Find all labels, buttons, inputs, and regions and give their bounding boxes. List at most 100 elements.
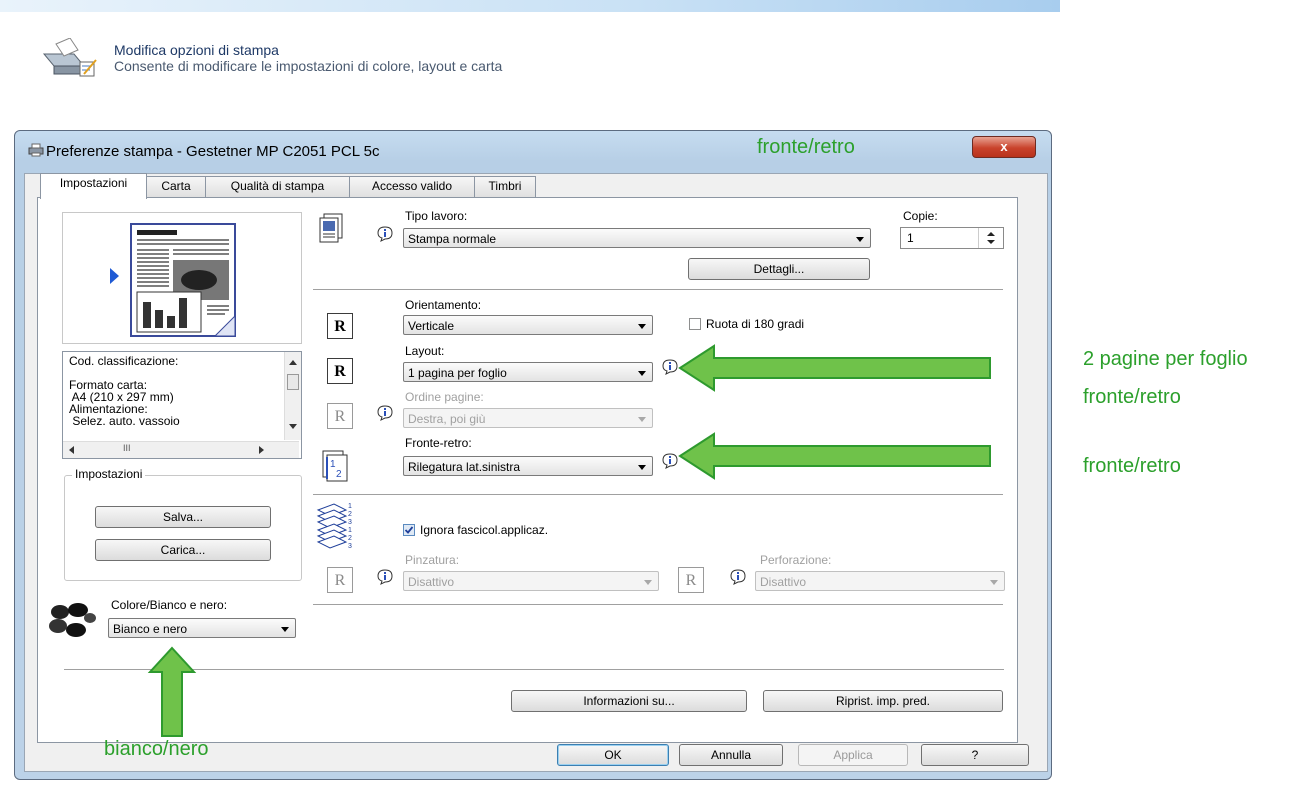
- separator: [313, 494, 1003, 495]
- tab-impostazioni[interactable]: Impostazioni: [40, 173, 147, 199]
- settings-group-title: Impostazioni: [72, 467, 146, 481]
- tab-carta[interactable]: Carta: [146, 176, 206, 197]
- punch-label: Perforazione:: [760, 553, 832, 567]
- chevron-down-icon: [638, 465, 646, 470]
- svg-text:2: 2: [348, 535, 352, 542]
- scroll-left-icon[interactable]: [69, 446, 74, 454]
- annotation-right-2: fronte/retro: [1083, 386, 1181, 408]
- scroll-down-icon[interactable]: [289, 424, 297, 429]
- checkmark-icon: [404, 526, 414, 534]
- job-type-icon: [318, 212, 346, 246]
- window-printer-icon: [28, 143, 44, 157]
- info-button[interactable]: Informazioni su...: [511, 690, 747, 712]
- list-item: Selez. auto. vassoio: [69, 414, 180, 428]
- horizontal-scrollbar[interactable]: III: [63, 441, 299, 458]
- details-button[interactable]: Dettagli...: [688, 258, 870, 280]
- scroll-thumb[interactable]: [287, 374, 299, 390]
- scroll-thumb-label[interactable]: III: [123, 443, 131, 453]
- window-title: Preferenze stampa - Gestetner MP C2051 P…: [46, 143, 380, 160]
- staple-value: Disattivo: [408, 575, 455, 589]
- restore-defaults-button[interactable]: Riprist. imp. pred.: [763, 690, 1003, 712]
- layout-select[interactable]: 1 pagina per foglio: [403, 362, 653, 382]
- annotation-bottom: bianco/nero: [104, 738, 209, 760]
- tab-accesso-valido[interactable]: Accesso valido: [349, 176, 475, 197]
- job-type-select[interactable]: Stampa normale: [403, 228, 871, 248]
- ignore-collate-label: Ignora fascicol.applicaz.: [420, 523, 549, 537]
- orientation-value: Verticale: [408, 319, 455, 333]
- svg-text:1: 1: [348, 503, 352, 510]
- copies-stepper[interactable]: 1: [900, 227, 1004, 249]
- svg-text:3: 3: [348, 519, 352, 526]
- info-icon[interactable]: [376, 405, 394, 421]
- info-icon[interactable]: [376, 226, 394, 242]
- spin-up-icon[interactable]: [987, 232, 995, 236]
- page-order-select[interactable]: Destra, poi giù: [403, 408, 653, 428]
- layout-label: Layout:: [405, 344, 445, 358]
- info-icon[interactable]: [376, 569, 394, 585]
- list-item: Cod. classificazione:: [69, 354, 179, 368]
- printer-icon: [34, 37, 104, 78]
- svg-text:2: 2: [336, 469, 342, 480]
- staple-r-icon: R: [327, 567, 353, 593]
- settings-summary-list[interactable]: Cod. classificazione: Formato carta: A4 …: [62, 351, 302, 459]
- svg-text:3: 3: [348, 543, 352, 550]
- collate-stack-icon: 1 2 3 1 2 3: [316, 500, 356, 552]
- duplex-value: Rilegatura lat.sinistra: [408, 460, 521, 474]
- duplex-label: Fronte-retro:: [405, 436, 472, 450]
- help-button[interactable]: ?: [921, 744, 1029, 766]
- duplex-select[interactable]: Rilegatura lat.sinistra: [403, 456, 653, 476]
- ignore-collate-checkbox[interactable]: [403, 524, 415, 536]
- punch-r-icon: R: [678, 567, 704, 593]
- header-subtitle: Consente di modificare le impostazioni d…: [114, 58, 503, 74]
- chevron-down-icon: [638, 371, 646, 376]
- scroll-up-icon[interactable]: [289, 360, 297, 365]
- chevron-down-icon: [990, 580, 998, 585]
- scroll-right-icon[interactable]: [259, 446, 264, 454]
- spin-down-icon[interactable]: [987, 240, 995, 244]
- annotation-right-1: 2 pagine per foglio: [1083, 348, 1248, 370]
- save-button[interactable]: Salva...: [95, 506, 271, 528]
- chevron-down-icon: [638, 324, 646, 329]
- arrow-left-icon: [676, 430, 994, 482]
- header-title[interactable]: Modifica opzioni di stampa: [114, 42, 279, 58]
- job-type-value: Stampa normale: [408, 232, 497, 246]
- copies-spin[interactable]: [978, 228, 1003, 248]
- close-button[interactable]: x: [972, 136, 1036, 158]
- ok-button[interactable]: OK: [557, 744, 669, 766]
- layout-r-icon: R: [327, 358, 353, 384]
- vertical-scrollbar[interactable]: [284, 352, 301, 440]
- separator: [313, 604, 1003, 605]
- settings-groupbox: [64, 475, 302, 581]
- load-button[interactable]: Carica...: [95, 539, 271, 561]
- chevron-down-icon: [644, 580, 652, 585]
- copies-label: Copie:: [903, 209, 938, 223]
- duplex-icon: 12: [321, 449, 349, 483]
- punch-select[interactable]: Disattivo: [755, 571, 1005, 591]
- separator: [313, 289, 1003, 290]
- title-bar-gradient: [0, 0, 1060, 12]
- layout-value: 1 pagina per foglio: [408, 366, 507, 380]
- orientation-label: Orientamento:: [405, 298, 482, 312]
- orientation-select[interactable]: Verticale: [403, 315, 653, 335]
- chevron-down-icon: [281, 627, 289, 632]
- staple-label: Pinzatura:: [405, 553, 460, 567]
- color-label: Colore/Bianco e nero:: [111, 598, 228, 612]
- svg-text:2: 2: [348, 511, 352, 518]
- tab-qualita-stampa[interactable]: Qualità di stampa: [205, 176, 350, 197]
- staple-select[interactable]: Disattivo: [403, 571, 659, 591]
- rotate-180-checkbox[interactable]: [689, 318, 701, 330]
- cancel-button[interactable]: Annulla: [679, 744, 783, 766]
- svg-text:1: 1: [348, 527, 352, 534]
- separator: [64, 669, 1004, 670]
- apply-button[interactable]: Applica: [798, 744, 908, 766]
- chevron-down-icon: [856, 237, 864, 242]
- rotate-180-label: Ruota di 180 gradi: [706, 317, 805, 331]
- color-select[interactable]: Bianco e nero: [108, 618, 296, 638]
- annotation-right-3: fronte/retro: [1083, 455, 1181, 477]
- color-toner-icon: [48, 602, 98, 638]
- preview-pointer-icon: [110, 268, 119, 284]
- copies-value[interactable]: 1: [907, 231, 914, 245]
- info-icon[interactable]: [729, 569, 747, 585]
- arrow-up-icon: [146, 646, 198, 738]
- tab-timbri[interactable]: Timbri: [474, 176, 536, 197]
